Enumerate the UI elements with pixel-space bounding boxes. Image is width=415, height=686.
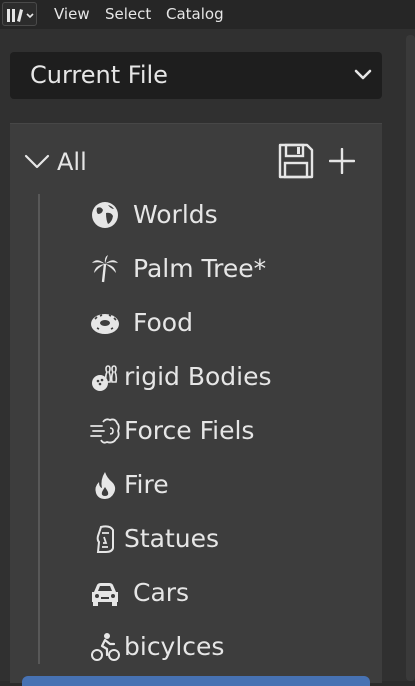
catalog-item-fire[interactable]: Fire [86,460,376,510]
catalog-item-label: rigid Bodies [124,362,272,391]
catalog-item-food[interactable]: Food [86,298,376,348]
catalog-item-palm-tree[interactable]: Palm Tree* [86,244,376,294]
menu-catalog[interactable]: Catalog [166,0,224,29]
header-bar: View Select Catalog [0,0,415,29]
save-catalog-icon[interactable] [277,142,315,180]
catalog-item-label: Worlds [133,200,218,229]
catalog-item-label: Palm Tree* [133,254,267,283]
catalog-item-label: Fire [124,470,169,499]
catalog-item-statues[interactable]: Statues [86,514,376,564]
menu-select[interactable]: Select [105,0,151,29]
cyclist-icon [91,633,120,661]
tree-root-all[interactable]: All [0,136,382,188]
catalog-item-force-fields[interactable]: Force Fiels [86,406,376,456]
catalog-item-cars[interactable]: Cars [86,568,376,618]
catalog-item-label: Food [133,308,193,337]
palm-tree-icon [92,255,118,283]
tree-indent-line [38,194,40,664]
catalog-item-label: Force Fiels [124,416,255,445]
bowling-icon [92,365,118,391]
moai-icon [96,525,114,553]
tree-root-label: All [57,148,87,176]
fire-icon [95,472,116,499]
donut-icon [91,314,119,334]
globe-icon [92,202,118,228]
catalog-item-label: Cars [133,578,190,607]
menu-view[interactable]: View [54,0,90,29]
catalog-item-rigid-bodies[interactable]: rigid Bodies [86,352,376,402]
wind-icon [90,418,120,444]
catalog-item-label: Statues [124,524,220,553]
add-catalog-icon[interactable] [329,148,355,174]
catalog-item-worlds[interactable]: Worlds [86,190,376,240]
library-value: Current File [30,61,168,89]
chevron-down-icon [354,69,372,80]
library-dropdown[interactable]: Current File [10,52,382,99]
editor-type-button[interactable] [2,2,37,26]
catalog-item-label: bicylces [124,632,225,661]
asset-browser-icon [7,9,34,22]
selected-item-highlight[interactable] [22,676,370,686]
catalog-item-bicycles[interactable]: bicylces [86,622,376,672]
chevron-down-icon[interactable] [24,152,50,170]
scrollbar[interactable] [406,35,415,681]
car-icon [92,583,118,606]
